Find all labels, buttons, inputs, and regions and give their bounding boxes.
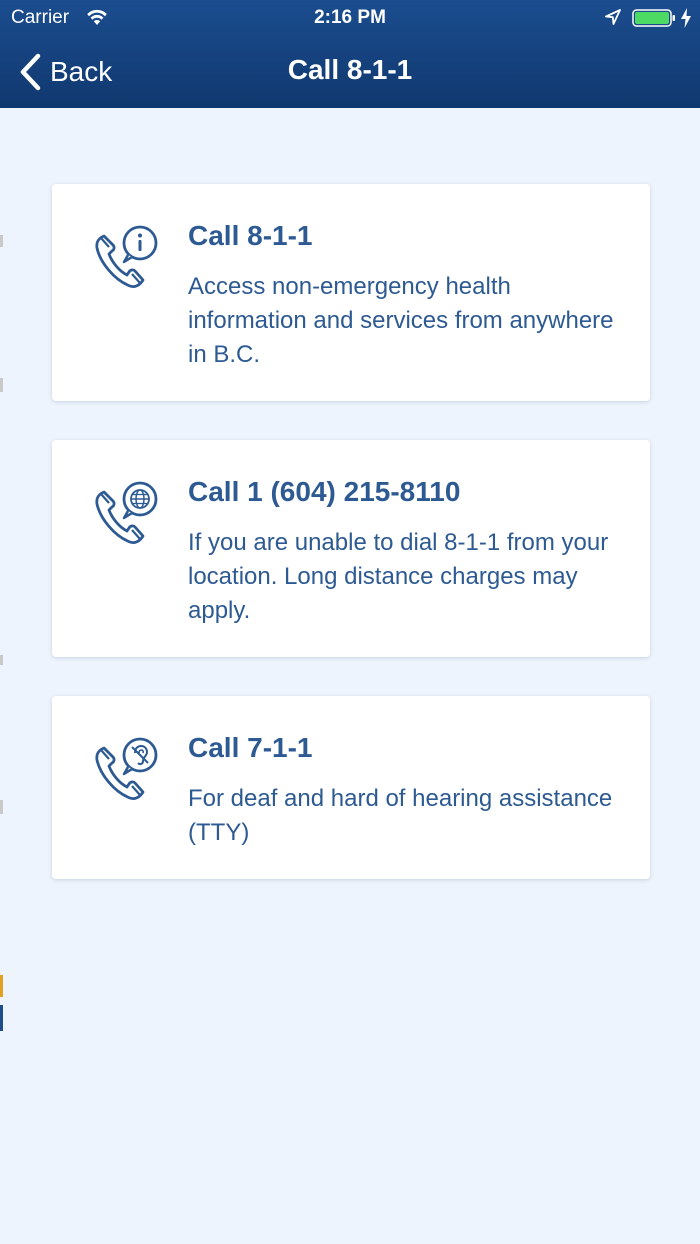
card-description: For deaf and hard of hearing assistance … — [188, 785, 613, 846]
phone-info-icon — [95, 225, 158, 289]
edge-mark — [0, 378, 3, 392]
edge-mark — [0, 655, 3, 665]
status-bar: Carrier 2:16 PM — [0, 0, 700, 36]
navigation-bar: Back Call 8-1-1 — [0, 36, 700, 108]
card-title: Call 8-1-1 — [188, 220, 313, 251]
page-title: Call 8-1-1 — [287, 54, 413, 85]
card-description: If you are unable to dial 8-1-1 from you… — [188, 529, 609, 624]
battery-icon — [632, 9, 675, 27]
top-bar: Carrier 2:16 PM Back Call 8-1-1 — [0, 0, 700, 108]
edge-mark — [0, 975, 3, 997]
location-arrow-icon — [605, 9, 621, 25]
call-811-card[interactable]: Call 8-1-1 Access non-emergency health i… — [52, 184, 650, 401]
status-time: 2:16 PM — [314, 7, 386, 28]
phone-globe-icon — [95, 481, 158, 545]
call-711-card[interactable]: Call 7-1-1 For deaf and hard of hearing … — [52, 696, 650, 879]
card-title: Call 1 (604) 215-8110 — [188, 476, 461, 507]
edge-mark — [0, 235, 3, 247]
phone-hearing-impaired-icon — [95, 737, 158, 801]
edge-mark — [0, 1005, 3, 1031]
charging-bolt-icon — [681, 8, 691, 28]
card-description: Access non-emergency health information … — [188, 273, 614, 368]
call-long-distance-card[interactable]: Call 1 (604) 215-8110 If you are unable … — [52, 440, 650, 657]
card-title: Call 7-1-1 — [188, 732, 313, 763]
edge-mark — [0, 800, 3, 814]
